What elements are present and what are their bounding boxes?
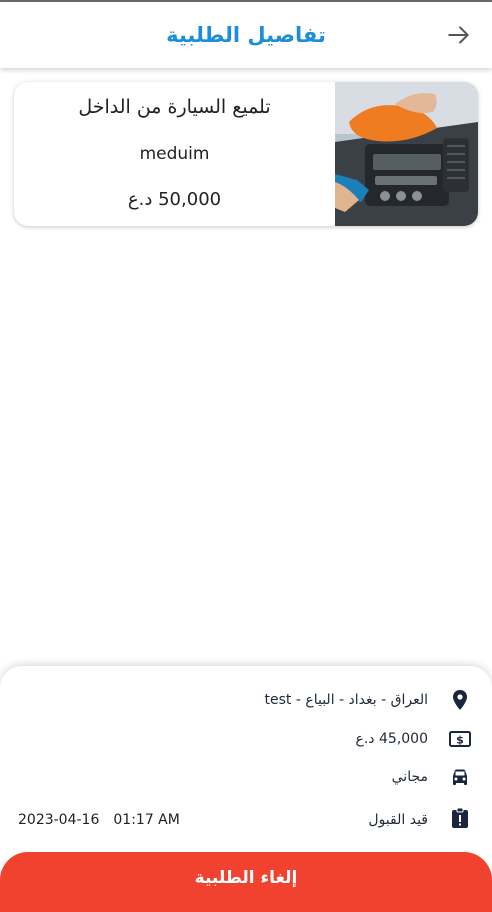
order-time: 01:17 AM [113,812,180,828]
location-pin-icon [453,690,467,710]
page-title: تفاصيل الطلبية [166,23,326,47]
order-amount: 45,000 د.ع [355,731,429,747]
service-name: تلميع السيارة من الداخل [78,96,271,118]
order-datetime: 2023-04-16 01:17 AM [18,812,180,828]
clipboard-alert-icon [452,807,468,828]
order-status: قيد القبول [368,812,428,828]
svg-text:$: $ [456,734,464,747]
app-bar: تفاصيل الطلبية [0,2,492,68]
service-info: تلميع السيارة من الداخل meduim 50,000 د.… [14,82,335,226]
money-icon: $ [449,731,471,747]
service-image [335,82,478,226]
delivery-fee: مجاني [391,769,428,785]
cancel-order-button[interactable]: إلغاء الطلبية [0,852,492,912]
arrow-right-icon[interactable] [446,22,472,48]
car-icon [453,769,467,785]
service-size: meduim [139,144,210,164]
order-date: 2023-04-16 [18,812,100,828]
service-price: 50,000 د.ع [127,189,222,210]
order-location: العراق - بغداد - البياع - test [264,692,428,708]
service-card[interactable]: تلميع السيارة من الداخل meduim 50,000 د.… [14,82,478,226]
